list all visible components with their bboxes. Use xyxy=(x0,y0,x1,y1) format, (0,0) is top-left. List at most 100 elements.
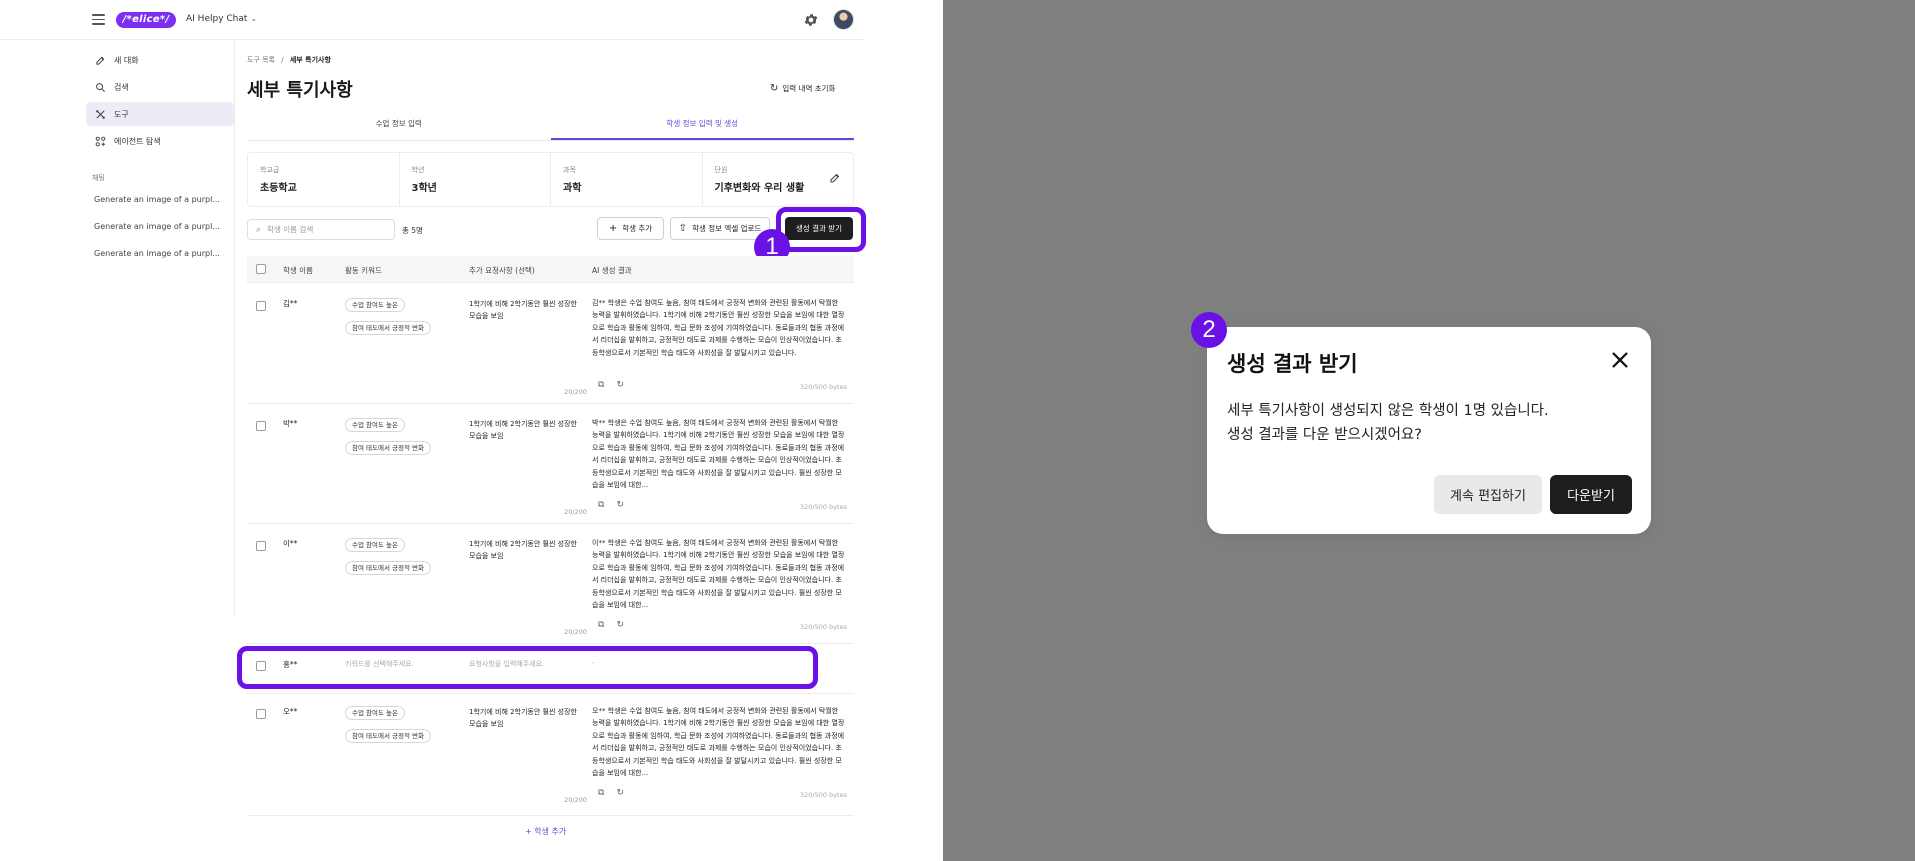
request-text[interactable]: 1학기에 비해 2학기동안 훨씬 성장한 모습을 보임 xyxy=(469,538,579,562)
edit-icon xyxy=(94,54,106,66)
search-placeholder: 학생 이름 검색 xyxy=(267,225,314,234)
ai-result-text[interactable]: 김** 학생은 수업 참여도 높음, 참여 태도에서 긍정적 변화와 관련된 활… xyxy=(592,297,845,361)
table-row: 김** 수업 참여도 높은 참여 태도에서 긍정적 변화 1학기에 비해 2학기… xyxy=(247,284,854,404)
menu-icon[interactable] xyxy=(92,14,105,25)
tab-student-info[interactable]: 학생 정보 입력 및 생성 xyxy=(550,113,854,140)
info-grade: 학년 3학년 xyxy=(400,153,551,206)
plus-icon: + xyxy=(525,827,535,836)
sidebar-item-label: 에이전트 탐색 xyxy=(114,136,161,146)
dialog-title: 생성 결과 받기 xyxy=(1227,352,1358,376)
add-student-link[interactable]: + 학생 추가 xyxy=(525,826,566,837)
keyword-chip[interactable]: 참여 태도에서 긍정적 변화 xyxy=(345,729,431,743)
student-name: 이** xyxy=(283,539,298,548)
elice-logo[interactable]: /*elice*/ xyxy=(116,12,176,28)
byte-count: 320/500 bytes xyxy=(800,383,847,391)
ai-result-text[interactable]: 이** 학생은 수업 참여도 높음, 참여 태도에서 긍정적 변화와 관련된 활… xyxy=(592,537,845,612)
upload-icon: ⇧ xyxy=(678,223,688,234)
sidebar-chat-item[interactable]: Generate an image of a purpl... xyxy=(86,249,234,276)
reset-label: 입력 내역 초기화 xyxy=(782,84,836,93)
regenerate-icon[interactable]: ↻ xyxy=(616,500,624,510)
highlight-empty-row xyxy=(237,646,818,689)
regenerate-icon[interactable]: ↻ xyxy=(616,788,624,798)
sidebar-chat-item[interactable]: Generate an image of a purpl... xyxy=(86,195,234,222)
row-checkbox[interactable] xyxy=(256,541,266,551)
upload-label: 학생 정보 엑셀 업로드 xyxy=(692,224,762,233)
student-name: 김** xyxy=(283,299,298,308)
keyword-chip[interactable]: 수업 참여도 높은 xyxy=(345,418,405,432)
column-header: AI 생성 결과 xyxy=(592,266,632,275)
byte-count: 320/500 bytes xyxy=(800,503,847,511)
keyword-chip[interactable]: 참여 태도에서 긍정적 변화 xyxy=(345,321,431,335)
keyword-chip[interactable]: 참여 태도에서 긍정적 변화 xyxy=(345,561,431,575)
keyword-chip[interactable]: 수업 참여도 높은 xyxy=(345,298,405,312)
info-subject: 과목 과학 xyxy=(551,153,703,206)
ai-result-text[interactable]: 박** 학생은 수업 참여도 높음, 참여 태도에서 긍정적 변화와 관련된 활… xyxy=(592,417,845,492)
sidebar-item-search[interactable]: 검색 xyxy=(86,75,234,99)
byte-count: 320/500 bytes xyxy=(800,791,847,799)
ai-result-text[interactable]: 오** 학생은 수업 참여도 높음, 참여 태도에서 긍정적 변화와 관련된 활… xyxy=(592,705,845,780)
copy-icon[interactable]: ⧉ xyxy=(598,788,604,798)
request-char-count: 20/200 xyxy=(564,388,587,396)
continue-editing-button[interactable]: 계속 편집하기 xyxy=(1434,475,1542,514)
sidebar-section-chats: 채팅 xyxy=(92,174,105,182)
search-icon xyxy=(94,81,106,93)
gear-icon[interactable] xyxy=(803,12,819,28)
column-header: 추가 요청사항 (선택) xyxy=(469,266,535,275)
request-text[interactable]: 1학기에 비해 2학기동안 훨씬 성장한 모습을 보임 xyxy=(469,298,579,322)
row-checkbox[interactable] xyxy=(256,709,266,719)
info-value: 과학 xyxy=(563,183,582,194)
row-checkbox[interactable] xyxy=(256,421,266,431)
keyword-chip[interactable]: 수업 참여도 높은 xyxy=(345,706,405,720)
request-text[interactable]: 1학기에 비해 2학기동안 훨씬 성장한 모습을 보임 xyxy=(469,706,579,730)
app-window: /*elice*/ AI Helpy Chat ⌄ 새 대화 검색 도구 에이전트… xyxy=(0,0,943,861)
grid-icon xyxy=(94,135,106,147)
keyword-chip[interactable]: 수업 참여도 높은 xyxy=(345,538,405,552)
add-student-label: 학생 추가 xyxy=(622,224,653,233)
step-badge-2: 2 xyxy=(1191,312,1227,348)
regenerate-icon[interactable]: ↻ xyxy=(616,620,624,630)
tab-bar: 수업 정보 입력 학생 정보 입력 및 생성 xyxy=(247,113,854,141)
request-text[interactable]: 1학기에 비해 2학기동안 훨씬 성장한 모습을 보임 xyxy=(469,418,579,442)
row-checkbox[interactable] xyxy=(256,301,266,311)
breadcrumb-parent[interactable]: 도구 목록 xyxy=(247,56,275,64)
result-actions: ⧉ ↻ xyxy=(598,620,624,630)
sidebar-chat-item[interactable]: Generate an image of a purpl... xyxy=(86,222,234,249)
sidebar-item-new-chat[interactable]: 새 대화 xyxy=(86,48,234,72)
column-header: 학생 이름 xyxy=(283,266,313,275)
student-count: 총 5명 xyxy=(402,226,423,235)
table-header: 학생 이름 활동 키워드 추가 요청사항 (선택) AI 생성 결과 xyxy=(247,256,854,283)
table-row: 박** 수업 참여도 높은 참여 태도에서 긍정적 변화 1학기에 비해 2학기… xyxy=(247,404,854,524)
copy-icon[interactable]: ⧉ xyxy=(598,620,604,630)
sidebar-item-tools[interactable]: 도구 xyxy=(86,102,234,126)
sidebar-divider xyxy=(234,40,235,616)
tab-class-info[interactable]: 수업 정보 입력 xyxy=(247,113,551,140)
info-unit: 단원 기후변화와 우리 생활 xyxy=(703,153,854,206)
dialog-message-line: 세부 특기사항이 생성되지 않은 학생이 1명 있습니다. xyxy=(1227,403,1549,419)
avatar[interactable] xyxy=(833,9,854,30)
refresh-icon: ↻ xyxy=(770,83,779,94)
class-info-summary: 학교급 초등학교 학년 3학년 과목 과학 단원 기후변화와 우리 생활 xyxy=(247,152,854,207)
upload-excel-button[interactable]: ⇧ 학생 정보 엑셀 업로드 xyxy=(670,217,770,240)
select-all-checkbox[interactable] xyxy=(256,264,266,274)
sidebar-item-agents[interactable]: 에이전트 탐색 xyxy=(86,129,234,153)
app-title-dropdown[interactable]: AI Helpy Chat ⌄ xyxy=(186,14,257,24)
copy-icon[interactable]: ⧉ xyxy=(598,380,604,390)
reset-input-button[interactable]: ↻ 입력 내역 초기화 xyxy=(770,83,835,94)
regenerate-icon[interactable]: ↻ xyxy=(616,380,624,390)
top-bar: /*elice*/ AI Helpy Chat ⌄ xyxy=(0,0,864,40)
add-student-button[interactable]: + 학생 추가 xyxy=(597,217,664,240)
copy-icon[interactable]: ⧉ xyxy=(598,500,604,510)
keyword-chip[interactable]: 참여 태도에서 긍정적 변화 xyxy=(345,441,431,455)
edit-icon[interactable] xyxy=(829,172,841,184)
plus-icon: + xyxy=(608,223,618,234)
student-search-input[interactable]: ⌕ 학생 이름 검색 xyxy=(247,219,395,240)
dialog-message: 세부 특기사항이 생성되지 않은 학생이 1명 있습니다. 생성 결과를 다운 … xyxy=(1227,399,1549,447)
sidebar: 새 대화 검색 도구 에이전트 탐색 채팅 Generate an image … xyxy=(86,48,234,276)
result-actions: ⧉ ↻ xyxy=(598,788,624,798)
sidebar-item-label: 새 대화 xyxy=(114,55,139,65)
info-school-level: 학교급 초등학교 xyxy=(248,153,400,206)
close-icon[interactable] xyxy=(1609,349,1631,371)
app-title: AI Helpy Chat xyxy=(186,14,248,24)
info-label: 학교급 xyxy=(260,166,280,174)
download-button[interactable]: 다운받기 xyxy=(1550,475,1632,514)
